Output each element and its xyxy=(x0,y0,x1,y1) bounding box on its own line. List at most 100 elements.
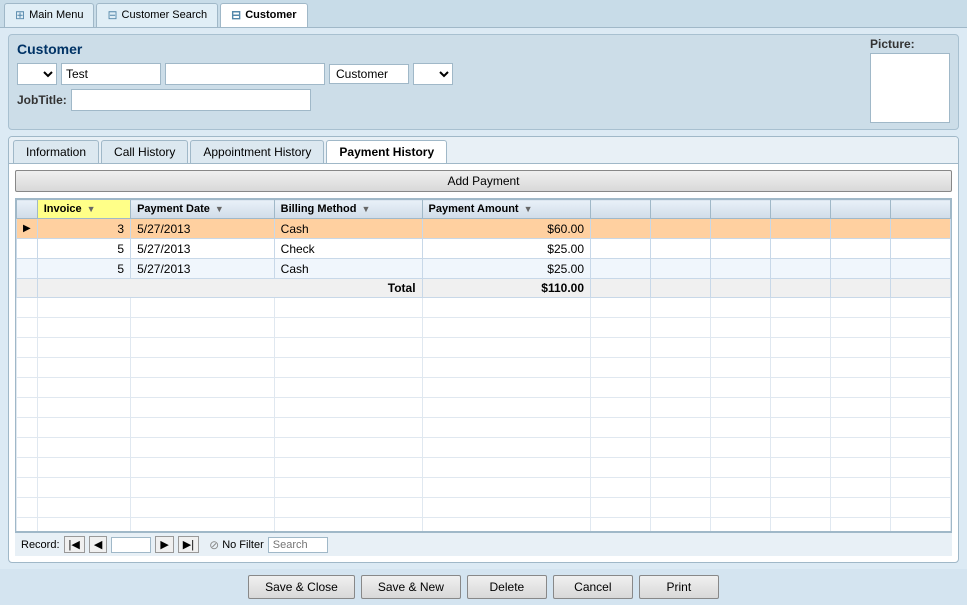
empty-row xyxy=(17,418,951,438)
picture-frame xyxy=(870,53,950,123)
tab-main-menu[interactable]: ⊞ Main Menu xyxy=(4,3,94,27)
billing-method-header[interactable]: Billing Method ▼ xyxy=(274,200,422,219)
name-row: Customer xyxy=(17,63,870,85)
payment-amount-header[interactable]: Payment Amount ▼ xyxy=(422,200,590,219)
empty-extra xyxy=(891,259,951,279)
amount-cell: $25.00 xyxy=(422,239,590,259)
jobtitle-label: JobTitle: xyxy=(17,93,67,107)
row-selector xyxy=(17,239,38,259)
add-payment-button[interactable]: Add Payment xyxy=(15,170,952,192)
empty-extra xyxy=(831,239,891,259)
first-name-field[interactable] xyxy=(61,63,161,85)
empty-extra xyxy=(831,279,891,298)
extra-col4 xyxy=(771,200,831,219)
empty-extra xyxy=(651,279,711,298)
empty-extra xyxy=(591,279,651,298)
empty-extra xyxy=(591,219,651,239)
total-row: Total $110.00 xyxy=(17,279,951,298)
picture-box: Picture: xyxy=(870,37,950,123)
table-row[interactable]: ▶ 3 5/27/2013 Cash $60.00 xyxy=(17,219,951,239)
empty-row xyxy=(17,318,951,338)
empty-extra xyxy=(651,239,711,259)
top-tab-bar: ⊞ Main Menu ⊟ Customer Search ⊟ Customer xyxy=(0,0,967,28)
date-cell: 5/27/2013 xyxy=(131,239,275,259)
total-amount: $110.00 xyxy=(422,279,590,298)
empty-extra xyxy=(831,259,891,279)
jobtitle-row: JobTitle: xyxy=(17,89,870,111)
customer-icon: ⊟ xyxy=(231,8,241,22)
empty-extra xyxy=(651,219,711,239)
nav-next-button[interactable]: ▶ xyxy=(155,536,173,553)
tab-payment-history[interactable]: Payment History xyxy=(326,140,447,163)
table-row[interactable]: 5 5/27/2013 Check $25.00 xyxy=(17,239,951,259)
nav-record-input[interactable] xyxy=(111,537,151,553)
tab-call-history[interactable]: Call History xyxy=(101,140,188,163)
payment-grid[interactable]: Invoice ▼ Payment Date ▼ Billing Method … xyxy=(15,198,952,532)
row-selector xyxy=(17,259,38,279)
table-row[interactable]: 5 5/27/2013 Cash $25.00 xyxy=(17,259,951,279)
prefix-dropdown[interactable] xyxy=(17,63,57,85)
method-cell: Cash xyxy=(274,219,422,239)
invoice-cell: 5 xyxy=(37,239,130,259)
nav-last-button[interactable]: ▶| xyxy=(178,536,199,553)
row-selector: ▶ xyxy=(17,219,38,239)
amount-cell: $60.00 xyxy=(422,219,590,239)
tab-information[interactable]: Information xyxy=(13,140,99,163)
empty-row xyxy=(17,298,951,318)
delete-button[interactable]: Delete xyxy=(467,575,547,599)
payment-date-label: Payment Date xyxy=(137,203,210,215)
date-cell: 5/27/2013 xyxy=(131,219,275,239)
empty-extra xyxy=(711,219,771,239)
tab-payment-history-label: Payment History xyxy=(339,145,434,159)
payment-amount-sort-icon: ▼ xyxy=(524,204,533,214)
save-close-button[interactable]: Save & Close xyxy=(248,575,355,599)
payment-history-content: Add Payment Invoice ▼ Payment Date xyxy=(9,164,958,562)
save-new-button[interactable]: Save & New xyxy=(361,575,461,599)
empty-row xyxy=(17,478,951,498)
nav-prev-button[interactable]: ◀ xyxy=(89,536,107,553)
jobtitle-field[interactable] xyxy=(71,89,311,111)
tab-customer-search-label: Customer Search xyxy=(122,9,208,21)
invoice-header-label: Invoice xyxy=(44,203,82,215)
print-button[interactable]: Print xyxy=(639,575,719,599)
empty-row xyxy=(17,438,951,458)
extra-col1 xyxy=(591,200,651,219)
record-label: Record: xyxy=(21,539,60,551)
empty-extra xyxy=(831,219,891,239)
empty-row xyxy=(17,338,951,358)
method-cell: Check xyxy=(274,239,422,259)
filter-funnel-icon: ⊘ xyxy=(209,538,219,552)
extra-col3 xyxy=(711,200,771,219)
nav-filter: ⊘ No Filter xyxy=(209,538,264,552)
empty-extra xyxy=(771,259,831,279)
last-name-field[interactable] xyxy=(165,63,325,85)
empty-extra xyxy=(771,219,831,239)
tab-appointment-history-label: Appointment History xyxy=(203,145,311,159)
total-selector xyxy=(17,279,38,298)
tab-section: Information Call History Appointment His… xyxy=(8,136,959,563)
tab-customer-label: Customer xyxy=(245,9,296,21)
customer-header: Customer Customer JobTitle: xyxy=(8,34,959,130)
tab-appointment-history[interactable]: Appointment History xyxy=(190,140,324,163)
empty-extra xyxy=(771,239,831,259)
invoice-cell: 3 xyxy=(37,219,130,239)
payment-date-header[interactable]: Payment Date ▼ xyxy=(131,200,275,219)
tab-customer-search[interactable]: ⊟ Customer Search xyxy=(96,3,218,27)
empty-extra xyxy=(891,279,951,298)
empty-row xyxy=(17,498,951,518)
invoice-header[interactable]: Invoice ▼ xyxy=(37,200,130,219)
nav-search-input[interactable] xyxy=(268,537,328,553)
empty-row xyxy=(17,518,951,533)
empty-extra xyxy=(711,259,771,279)
suffix-dropdown[interactable] xyxy=(413,63,453,85)
inner-tab-bar: Information Call History Appointment His… xyxy=(9,137,958,164)
tab-customer[interactable]: ⊟ Customer xyxy=(220,3,307,27)
empty-extra xyxy=(651,259,711,279)
nav-first-button[interactable]: |◀ xyxy=(64,536,85,553)
customer-title: Customer xyxy=(17,41,870,57)
empty-extra xyxy=(891,219,951,239)
cancel-button[interactable]: Cancel xyxy=(553,575,633,599)
payment-amount-label: Payment Amount xyxy=(429,203,519,215)
extra-col5 xyxy=(831,200,891,219)
empty-row xyxy=(17,398,951,418)
